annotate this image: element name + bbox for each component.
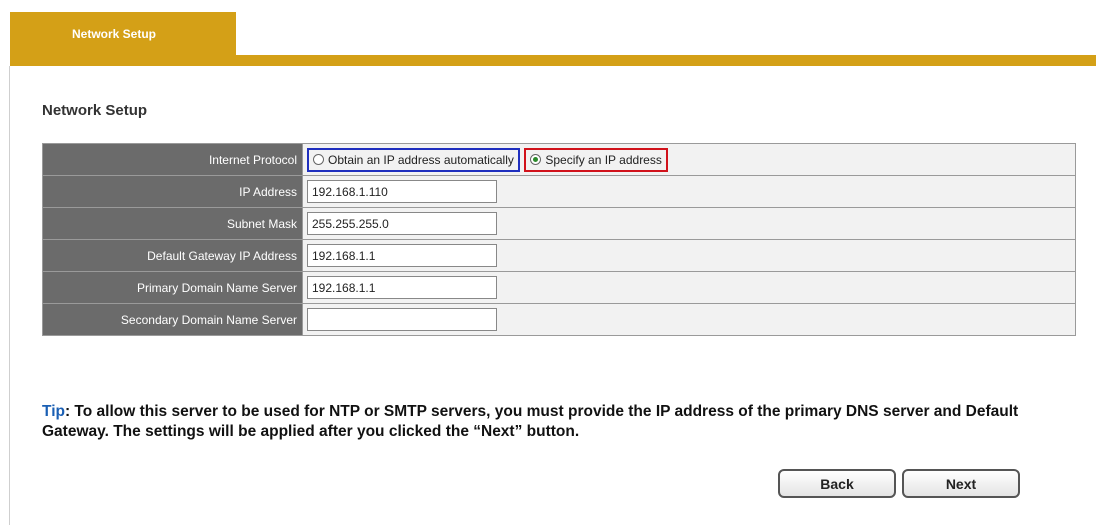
- secondary-dns-row: Secondary Domain Name Server: [42, 303, 1076, 336]
- ip-address-label: IP Address: [42, 175, 303, 208]
- default-gateway-label: Default Gateway IP Address: [42, 239, 303, 272]
- ip-address-input[interactable]: [307, 180, 497, 203]
- primary-dns-row: Primary Domain Name Server: [42, 271, 1076, 304]
- internet-protocol-row: Internet Protocol Obtain an IP address a…: [42, 143, 1076, 176]
- internet-protocol-label: Internet Protocol: [42, 143, 303, 176]
- obtain-ip-automatically-option[interactable]: Obtain an IP address automatically: [307, 147, 520, 172]
- specify-ip-option[interactable]: Specify an IP address: [524, 147, 668, 172]
- content-border: [9, 66, 10, 525]
- default-gateway-input[interactable]: [307, 244, 497, 267]
- tip-text: Tip: To allow this server to be used for…: [42, 402, 1052, 442]
- network-settings-form: Internet Protocol Obtain an IP address a…: [42, 143, 1076, 336]
- subnet-mask-row: Subnet Mask: [42, 207, 1076, 240]
- primary-dns-input[interactable]: [307, 276, 497, 299]
- tab-network-setup[interactable]: Network Setup: [10, 12, 236, 55]
- specify-ip-radio[interactable]: [530, 154, 542, 165]
- secondary-dns-input[interactable]: [307, 308, 497, 331]
- specify-ip-label: Specify an IP address: [545, 152, 662, 167]
- default-gateway-row: Default Gateway IP Address: [42, 239, 1076, 272]
- subnet-mask-label: Subnet Mask: [42, 207, 303, 240]
- network-setup-page: Network Setup Network Setup Internet Pro…: [0, 0, 1096, 525]
- tip-label: Tip: [42, 403, 65, 420]
- tab-bar: [10, 55, 1096, 66]
- subnet-mask-input[interactable]: [307, 212, 497, 235]
- back-button[interactable]: Back: [778, 469, 896, 498]
- tip-body: : To allow this server to be used for NT…: [42, 403, 1019, 440]
- next-button[interactable]: Next: [902, 469, 1020, 498]
- internet-protocol-options: Obtain an IP address automatically Speci…: [302, 143, 1076, 176]
- secondary-dns-label: Secondary Domain Name Server: [42, 303, 303, 336]
- ip-address-row: IP Address: [42, 175, 1076, 208]
- page-title: Network Setup: [42, 102, 148, 119]
- primary-dns-label: Primary Domain Name Server: [42, 271, 303, 304]
- obtain-ip-automatically-label: Obtain an IP address automatically: [328, 152, 514, 167]
- obtain-ip-automatically-radio[interactable]: [313, 154, 324, 165]
